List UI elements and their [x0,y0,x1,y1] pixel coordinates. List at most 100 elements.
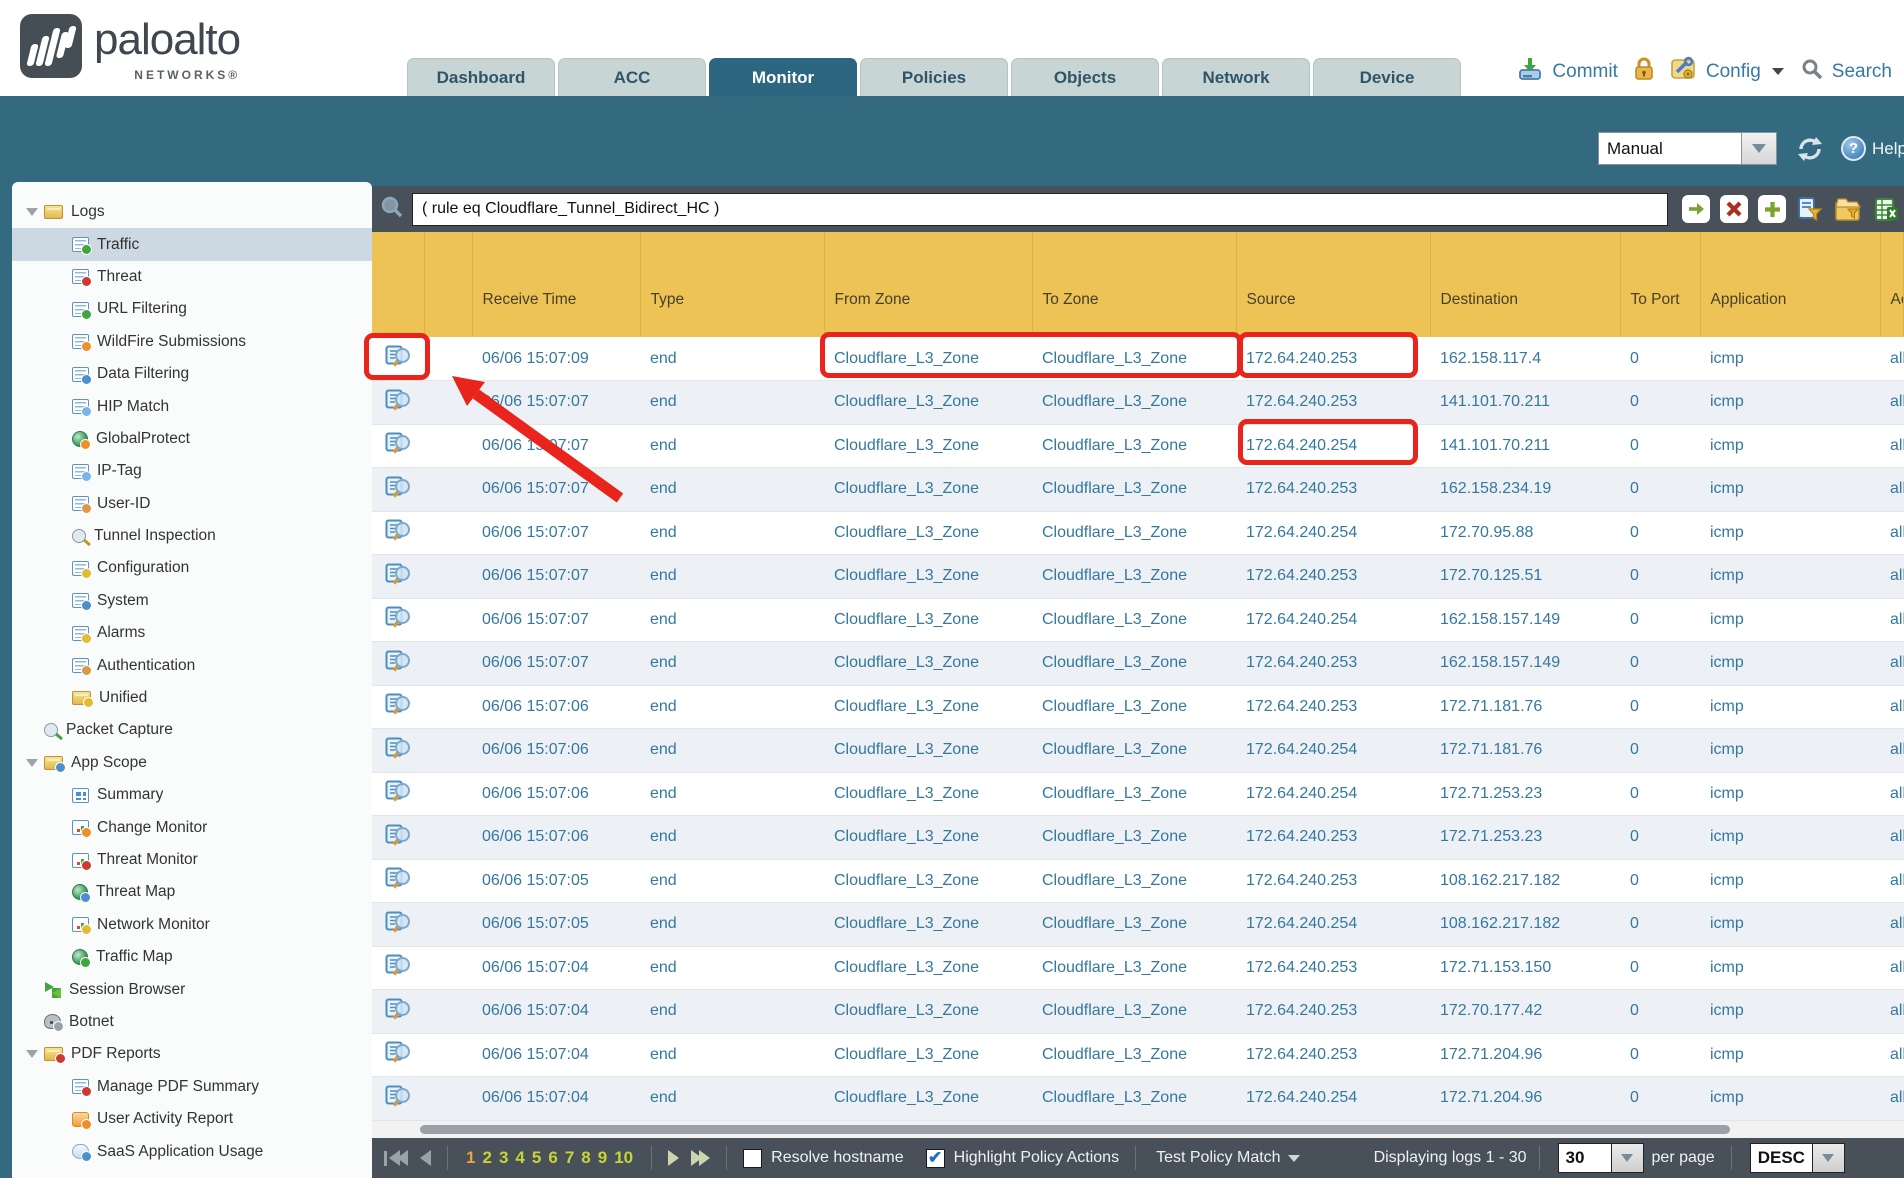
log-from-zone[interactable]: Cloudflare_L3_Zone [824,1077,1032,1121]
log-application[interactable]: icmp [1700,729,1880,773]
resolve-hostname-checkbox[interactable] [743,1149,762,1168]
log-detail-icon[interactable] [385,1085,412,1107]
log-from-zone[interactable]: Cloudflare_L3_Zone [824,990,1032,1034]
log-destination[interactable]: 108.162.217.182 [1430,903,1620,947]
log-source[interactable]: 172.64.240.254 [1236,772,1430,816]
log-from-zone[interactable]: Cloudflare_L3_Zone [824,468,1032,512]
log-source[interactable]: 172.64.240.253 [1236,555,1430,599]
log-destination[interactable]: 172.71.153.150 [1430,946,1620,990]
sidebar-item-threat[interactable]: Threat [12,261,372,293]
log-source[interactable]: 172.64.240.254 [1236,424,1430,468]
column-header[interactable]: To Port [1620,232,1700,337]
last-page-button[interactable] [691,1150,710,1166]
refresh-icon[interactable] [1795,135,1825,163]
log-detail-icon[interactable] [385,867,412,889]
log-detail-icon[interactable] [385,345,412,367]
log-to-zone[interactable]: Cloudflare_L3_Zone [1032,424,1236,468]
log-detail-icon[interactable] [385,998,412,1020]
table-row[interactable]: 06/06 15:07:07 end Cloudflare_L3_Zone Cl… [372,381,1904,425]
log-from-zone[interactable]: Cloudflare_L3_Zone [824,424,1032,468]
lock-icon[interactable] [1633,57,1655,87]
log-detail-icon[interactable] [385,432,412,454]
table-row[interactable]: 06/06 15:07:05 end Cloudflare_L3_Zone Cl… [372,859,1904,903]
sort-order-trigger[interactable] [1813,1143,1845,1173]
table-row[interactable]: 06/06 15:07:06 end Cloudflare_L3_Zone Cl… [372,685,1904,729]
column-header[interactable] [372,232,424,337]
config-caret-icon[interactable] [1772,68,1784,75]
sidebar-item-globalprotect[interactable]: GlobalProtect [12,423,372,455]
page-number[interactable]: 2 [482,1148,491,1168]
nav-tab-network[interactable]: Network [1162,58,1310,96]
column-header[interactable]: Action [1880,232,1904,337]
table-row[interactable]: 06/06 15:07:06 end Cloudflare_L3_Zone Cl… [372,816,1904,860]
log-to-zone[interactable]: Cloudflare_L3_Zone [1032,468,1236,512]
column-header[interactable] [424,232,472,337]
horizontal-scrollbar[interactable] [372,1121,1904,1138]
log-destination[interactable]: 172.71.204.96 [1430,1077,1620,1121]
search-button[interactable]: Search [1832,61,1892,83]
tree-expander-icon[interactable] [20,208,44,216]
log-source[interactable]: 172.64.240.254 [1236,903,1430,947]
log-application[interactable]: icmp [1700,511,1880,555]
table-row[interactable]: 06/06 15:07:07 end Cloudflare_L3_Zone Cl… [372,598,1904,642]
sidebar-item-change-monitor[interactable]: Change Monitor [12,811,372,843]
sidebar-item-unified[interactable]: Unified [12,682,372,714]
log-application[interactable]: icmp [1700,903,1880,947]
log-from-zone[interactable]: Cloudflare_L3_Zone [824,946,1032,990]
filter-query-input[interactable] [412,193,1668,226]
table-row[interactable]: 06/06 15:07:04 end Cloudflare_L3_Zone Cl… [372,1033,1904,1077]
refresh-mode-trigger[interactable] [1741,132,1777,165]
sidebar-item-ip-tag[interactable]: IP-Tag [12,455,372,487]
load-filter-folder-icon[interactable] [1834,195,1862,223]
nav-tab-device[interactable]: Device [1313,58,1461,96]
log-to-zone[interactable]: Cloudflare_L3_Zone [1032,859,1236,903]
log-detail-icon[interactable] [385,1041,412,1063]
log-detail-icon[interactable] [385,650,412,672]
column-header[interactable]: Application [1700,232,1880,337]
per-page-select[interactable]: 30 [1558,1143,1644,1173]
log-destination[interactable]: 108.162.217.182 [1430,859,1620,903]
nav-tab-acc[interactable]: ACC [558,58,706,96]
table-row[interactable]: 06/06 15:07:05 end Cloudflare_L3_Zone Cl… [372,903,1904,947]
log-destination[interactable]: 162.158.157.149 [1430,598,1620,642]
log-destination[interactable]: 141.101.70.211 [1430,381,1620,425]
log-detail-icon[interactable] [385,476,412,498]
sidebar-item-threat-map[interactable]: Threat Map [12,876,372,908]
next-page-button[interactable] [668,1150,679,1166]
log-source[interactable]: 172.64.240.253 [1236,642,1430,686]
nav-tab-policies[interactable]: Policies [860,58,1008,96]
log-source[interactable]: 172.64.240.254 [1236,598,1430,642]
log-destination[interactable]: 172.71.204.96 [1430,1033,1620,1077]
config-button[interactable]: Config [1706,61,1761,83]
first-page-button[interactable] [384,1150,408,1166]
log-application[interactable]: icmp [1700,598,1880,642]
log-from-zone[interactable]: Cloudflare_L3_Zone [824,816,1032,860]
log-to-zone[interactable]: Cloudflare_L3_Zone [1032,642,1236,686]
sidebar-item-alarms[interactable]: Alarms [12,617,372,649]
log-destination[interactable]: 141.101.70.211 [1430,424,1620,468]
sidebar-item-data-filtering[interactable]: Data Filtering [12,358,372,390]
log-to-zone[interactable]: Cloudflare_L3_Zone [1032,1077,1236,1121]
tree-expander-icon[interactable] [20,759,44,767]
table-row[interactable]: 06/06 15:07:04 end Cloudflare_L3_Zone Cl… [372,990,1904,1034]
sidebar-item-user-activity-report[interactable]: User Activity Report [12,1103,372,1135]
log-application[interactable]: icmp [1700,772,1880,816]
table-row[interactable]: 06/06 15:07:04 end Cloudflare_L3_Zone Cl… [372,946,1904,990]
table-row[interactable]: 06/06 15:07:07 end Cloudflare_L3_Zone Cl… [372,511,1904,555]
log-destination[interactable]: 172.71.181.76 [1430,685,1620,729]
log-from-zone[interactable]: Cloudflare_L3_Zone [824,337,1032,381]
column-header[interactable]: Receive Time [472,232,640,337]
log-source[interactable]: 172.64.240.254 [1236,1077,1430,1121]
log-application[interactable]: icmp [1700,946,1880,990]
column-header[interactable]: To Zone [1032,232,1236,337]
log-from-zone[interactable]: Cloudflare_L3_Zone [824,1033,1032,1077]
log-detail-icon[interactable] [385,824,412,846]
sidebar-item-configuration[interactable]: Configuration [12,552,372,584]
sidebar-item-packet-capture[interactable]: Packet Capture [12,714,372,746]
prev-page-button[interactable] [420,1150,431,1166]
log-detail-icon[interactable] [385,911,412,933]
log-detail-icon[interactable] [385,606,412,628]
filter-builder-icon[interactable] [1796,195,1824,223]
log-application[interactable]: icmp [1700,1033,1880,1077]
log-destination[interactable]: 172.70.95.88 [1430,511,1620,555]
